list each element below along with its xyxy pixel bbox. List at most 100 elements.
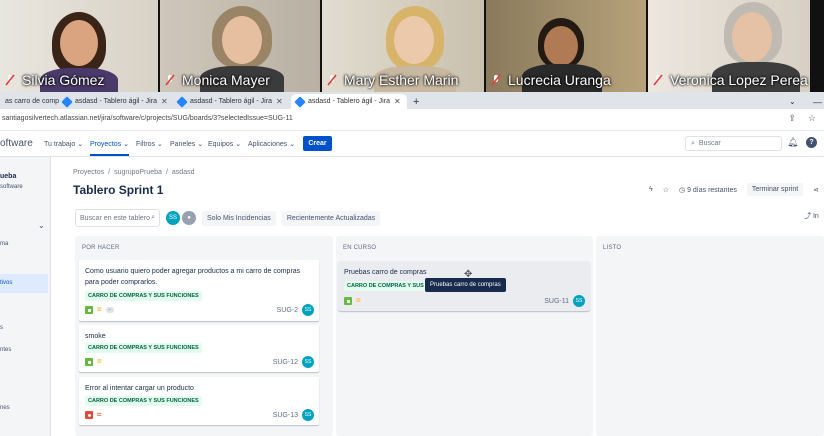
jira-icon: [294, 95, 306, 108]
clock-icon: ◷ 9 días restantes: [679, 186, 737, 194]
menu-equipos[interactable]: Equipos ⌄: [208, 140, 241, 148]
card-title: Como usuario quiero poder agregar produc…: [85, 268, 301, 286]
board-area: Proyectos / sugrupoPrueba / asdasd Tablero S…: [51, 157, 824, 436]
issue-key: SUG-2: [276, 306, 298, 314]
avatar[interactable]: SS: [302, 409, 314, 421]
insights-button[interactable]: ⤴ In: [804, 211, 819, 221]
browser-tab[interactable]: asdasd - Tablero ágil - Jira ✕: [173, 94, 291, 109]
chevron-down-icon[interactable]: ⌄: [38, 221, 45, 230]
participant-name: Monica Mayer: [182, 72, 270, 88]
quick-filter-mine[interactable]: Solo Mis Incidencias: [202, 210, 276, 226]
help-icon[interactable]: ?: [806, 137, 817, 148]
menu-paneles[interactable]: Paneles ⌄: [170, 140, 203, 148]
chevron-down-icon[interactable]: ⌄: [784, 94, 801, 109]
sidebar-item[interactable]: ma: [0, 241, 8, 247]
avatar[interactable]: SS: [573, 295, 585, 307]
browser-tab-bar: as carro de comp asdasd - Tablero ágil -…: [0, 92, 824, 109]
browser-tab[interactable]: asdasd - Tablero ágil - Jira ✕: [58, 94, 173, 109]
participant-name: Lucrecia Uranga: [508, 72, 611, 88]
browser-tab-active[interactable]: asdasd - Tablero ágil - Jira ✕: [291, 94, 407, 109]
share-icon[interactable]: ⋖: [813, 186, 819, 194]
search-icon: ⌕: [691, 139, 695, 147]
priority-medium-icon: =: [97, 357, 102, 366]
sidebar-item[interactable]: nes: [0, 405, 10, 411]
sidebar-item[interactable]: ntes: [0, 347, 11, 353]
board-search-input[interactable]: Buscar en este tablero ⌕: [75, 209, 160, 227]
close-icon[interactable]: ✕: [276, 97, 283, 106]
avatar[interactable]: SS: [166, 211, 180, 225]
column-en-curso: EN CURSO Pruebas carro de compras CARRO …: [336, 236, 593, 436]
column-listo: LISTO: [596, 236, 824, 436]
lightning-icon[interactable]: ϟ: [649, 186, 653, 193]
product-name: oftware: [0, 138, 33, 149]
participant-name: Veronica Lopez Perea: [670, 72, 808, 88]
participant-tile[interactable]: Lucrecia Uranga: [486, 0, 646, 92]
star-icon[interactable]: ☆: [808, 113, 816, 124]
priority-medium-icon: =: [356, 296, 361, 305]
create-button[interactable]: Crear: [303, 136, 332, 151]
jira-icon: [176, 95, 188, 108]
breadcrumb: Proyectos / sugrupoPrueba / asdasd: [73, 169, 195, 176]
estimate-badge: -: [105, 307, 114, 313]
search-input[interactable]: ⌕ Buscar: [685, 136, 782, 151]
participant-tile[interactable]: Veronica Lopez Perea: [648, 0, 810, 92]
new-tab-button[interactable]: +: [408, 94, 424, 109]
issue-card[interactable]: smoke CARRO DE COMPRAS Y SUS FUNCIONES =…: [79, 325, 319, 372]
menu-proyectos[interactable]: Proyectos ⌄: [90, 140, 129, 156]
card-footer: ≈ SUG-13 SS: [85, 409, 314, 421]
minimize-icon[interactable]: —: [808, 94, 824, 109]
video-call-strip: Silvia Gómez Monica Mayer Mary Esther Ma…: [0, 0, 824, 92]
sidebar-item[interactable]: s: [0, 325, 3, 331]
close-icon[interactable]: ✕: [394, 97, 401, 106]
avatar[interactable]: SS: [302, 304, 314, 316]
avatar[interactable]: SS: [302, 356, 314, 368]
mic-off-icon: [490, 73, 502, 87]
share-icon[interactable]: ⇪: [788, 113, 796, 124]
participant-tile[interactable]: Monica Mayer: [160, 0, 320, 92]
project-name[interactable]: ueba: [0, 173, 16, 180]
mic-off-icon: [326, 73, 338, 87]
issue-card[interactable]: Como usuario quiero poder agregar produc…: [79, 260, 319, 321]
menu-filtros[interactable]: Filtros ⌄: [136, 140, 163, 148]
sidebar-item-active[interactable]: tivos: [0, 274, 48, 293]
issue-key: SUG-12: [272, 358, 298, 366]
card-tooltip: Pruebas carro de compras: [425, 278, 506, 292]
quick-filter-recent[interactable]: Recientemente Actualizadas: [281, 210, 381, 226]
participant-name: Mary Esther Marin: [344, 72, 459, 88]
star-icon[interactable]: ☆: [663, 186, 669, 194]
card-title: Pruebas carro de compras: [344, 269, 427, 276]
epic-label: CARRO DE COMPRAS Y SUS FUNCIONES: [85, 291, 202, 301]
menu-tu-trabajo[interactable]: Tu trabajo ⌄: [44, 140, 83, 148]
sprint-toolbar: ϟ ☆ ◷ 9 días restantes Terminar sprint ⋖: [649, 183, 819, 196]
address-bar: santiagosilvertech.atlassian.net/jira/so…: [0, 109, 824, 131]
url-field[interactable]: santiagosilvertech.atlassian.net/jira/so…: [2, 115, 293, 122]
story-icon: [85, 358, 93, 366]
page-title: Tablero Sprint 1: [73, 183, 164, 197]
participant-tile[interactable]: Silvia Gómez: [0, 0, 158, 92]
issue-card[interactable]: Error al intentar cargar un producto CAR…: [79, 377, 319, 425]
card-title: Error al intentar cargar un producto: [85, 385, 194, 392]
close-icon[interactable]: ✕: [161, 97, 168, 106]
unassigned-avatar-icon[interactable]: ●: [182, 211, 196, 225]
epic-label: CARRO DE COMPRAS Y SUS FUNCIONES: [85, 343, 202, 353]
notification-icon[interactable]: 🔔︎: [787, 137, 798, 148]
card-footer: = SUG-11 SS: [344, 295, 585, 307]
issue-key: SUG-11: [544, 297, 569, 305]
bug-icon: [85, 411, 93, 419]
card-footer: = - SUG-2 SS: [85, 304, 314, 316]
participant-name: Silvia Gómez: [22, 72, 105, 88]
issue-key: SUG-13: [272, 411, 298, 419]
column-header: POR HACER: [82, 245, 120, 251]
menu-aplicaciones[interactable]: Aplicaciones ⌄: [248, 140, 295, 148]
filter-bar: Buscar en este tablero ⌕ SS ● Solo Mis In…: [75, 209, 381, 227]
jira-icon: [61, 95, 73, 108]
column-header: LISTO: [603, 245, 622, 251]
browser-tab[interactable]: as carro de comp: [0, 94, 59, 109]
project-sidebar: ueba software ⌄ ma tivos s ntes nes: [0, 157, 51, 436]
complete-sprint-button[interactable]: Terminar sprint: [746, 183, 804, 196]
mic-off-icon: [4, 73, 16, 87]
column-header: EN CURSO: [343, 245, 377, 251]
search-icon: ⌕: [151, 214, 155, 221]
mic-off-icon: [164, 73, 176, 87]
participant-tile[interactable]: Mary Esther Marin: [322, 0, 484, 92]
